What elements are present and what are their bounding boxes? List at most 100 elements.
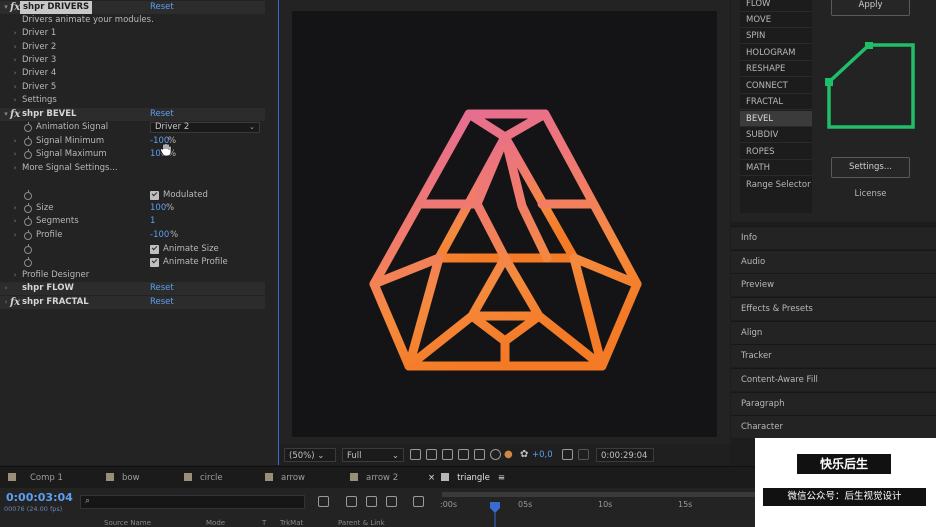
profile-value[interactable]: -100 [150, 229, 169, 242]
column-parent-link[interactable]: Parent & Link [338, 519, 385, 527]
expand-arrow-icon[interactable]: › [11, 148, 19, 161]
frame-blending-icon[interactable] [386, 496, 397, 507]
expand-arrow-icon[interactable]: › [11, 215, 19, 228]
resolution-dropdown[interactable]: Full ⌄ [342, 448, 404, 462]
collapse-arrow-icon[interactable]: ▾ [2, 108, 10, 121]
module-flow[interactable]: FLOW [740, 0, 812, 12]
stopwatch-icon[interactable] [24, 257, 32, 267]
expand-arrow-icon[interactable]: › [11, 41, 19, 54]
segments-value[interactable]: 1 [150, 215, 155, 228]
panel-align[interactable]: Align [731, 321, 936, 344]
current-time-display[interactable]: 0:00:29:04 [596, 448, 654, 462]
tab-arrow[interactable]: arrow [265, 467, 305, 489]
module-fractal[interactable]: FRACTAL [740, 94, 812, 110]
animate-profile-checkbox[interactable] [150, 258, 159, 267]
zoom-dropdown[interactable]: (50%) ⌄ [284, 448, 336, 462]
effect-header-fractal[interactable]: › fx shpr FRACTAL Reset [0, 296, 265, 309]
tab-triangle[interactable]: × triangle ≡ [428, 467, 505, 489]
column-source-name[interactable]: Source Name [104, 519, 151, 527]
playhead[interactable] [489, 502, 501, 527]
profile-handle[interactable] [825, 78, 833, 86]
stopwatch-icon[interactable] [24, 244, 32, 254]
composition-canvas[interactable] [292, 11, 717, 437]
module-bevel[interactable]: BEVEL [740, 111, 812, 127]
view-options-icon[interactable] [490, 449, 501, 460]
region-icon[interactable] [458, 449, 469, 460]
fx-icon[interactable]: fx [10, 108, 20, 121]
stopwatch-icon[interactable] [24, 122, 32, 132]
animate-size-checkbox[interactable] [150, 245, 159, 254]
bevel-profile-preview[interactable] [825, 42, 917, 130]
animation-signal-dropdown[interactable]: Driver 2 ⌄ [150, 122, 260, 133]
menu-icon[interactable]: ≡ [498, 473, 505, 483]
exposure-icon[interactable]: ✿ [520, 448, 528, 462]
reset-link[interactable]: Reset [150, 1, 174, 14]
module-move[interactable]: MOVE [740, 12, 812, 28]
module-subdiv[interactable]: SUBDIV [740, 127, 812, 143]
expand-arrow-icon[interactable]: › [11, 27, 19, 40]
expand-arrow-icon[interactable]: › [11, 135, 19, 148]
expand-arrow-icon[interactable]: › [11, 269, 19, 282]
panel-audio[interactable]: Audio [731, 250, 936, 273]
tab-arrow-2[interactable]: arrow 2 [350, 467, 398, 489]
panel-content-aware-fill[interactable]: Content-Aware Fill [731, 368, 936, 391]
timeline-timecode[interactable]: 0:00:03:04 [6, 491, 73, 504]
effect-header-drivers[interactable]: ▾ fx shpr DRIVERS Reset [0, 1, 265, 14]
tab-circle[interactable]: circle [184, 467, 223, 489]
panel-tracker[interactable]: Tracker [731, 344, 936, 367]
column-mode[interactable]: Mode [206, 519, 225, 527]
module-spin[interactable]: SPIN [740, 28, 812, 44]
profile-handle[interactable] [865, 42, 873, 49]
color-channels-icon[interactable]: ● [504, 448, 513, 462]
grid-icon[interactable] [426, 449, 437, 460]
column-trkmat[interactable]: TrkMat [280, 519, 303, 527]
expand-arrow-icon[interactable]: › [2, 296, 10, 309]
stopwatch-icon[interactable] [24, 216, 32, 226]
expand-arrow-icon[interactable]: › [11, 81, 19, 94]
collapse-arrow-icon[interactable]: ▾ [2, 1, 10, 14]
module-connect[interactable]: CONNECT [740, 78, 812, 94]
stopwatch-icon[interactable] [24, 136, 32, 146]
tab-comp-1[interactable]: Comp 1 [8, 467, 63, 489]
expand-arrow-icon[interactable]: › [11, 202, 19, 215]
panel-info[interactable]: Info [731, 226, 936, 249]
panel-character[interactable]: Character [731, 415, 936, 438]
license-link[interactable]: License [831, 189, 910, 199]
close-icon[interactable]: × [428, 473, 435, 483]
module-ropes[interactable]: ROPES [740, 144, 812, 160]
apply-button[interactable]: Apply [831, 0, 910, 16]
module-math[interactable]: MATH [740, 160, 812, 176]
tab-bow[interactable]: bow [106, 467, 140, 489]
layer-search-input[interactable]: ⌕ [80, 495, 305, 509]
mask-icon[interactable] [442, 449, 453, 460]
expand-arrow-icon[interactable]: › [11, 162, 19, 175]
size-value[interactable]: 100 [150, 202, 166, 215]
column-t[interactable]: T [262, 519, 266, 527]
shy-layers-icon[interactable] [366, 496, 377, 507]
panel-effects-presets[interactable]: Effects & Presets [731, 297, 936, 320]
module-reshape[interactable]: RESHAPE [740, 61, 812, 77]
expand-arrow-icon[interactable]: › [11, 94, 19, 107]
effect-header-bevel[interactable]: ▾ fx shpr BEVEL Reset [0, 108, 265, 121]
expand-arrow-icon[interactable]: › [11, 54, 19, 67]
stopwatch-icon[interactable] [24, 149, 32, 159]
module-hologram[interactable]: HOLOGRAM [740, 45, 812, 61]
expand-arrow-icon[interactable]: › [2, 282, 10, 295]
module-range-selector[interactable]: Range Selector [740, 177, 812, 193]
exposure-value[interactable]: +0,0 [532, 448, 553, 462]
modulated-checkbox[interactable] [150, 191, 159, 200]
graph-editor-icon[interactable] [413, 496, 424, 507]
reset-link[interactable]: Reset [150, 282, 174, 295]
reset-link[interactable]: Reset [150, 296, 174, 309]
stopwatch-icon[interactable] [24, 203, 32, 213]
stopwatch-icon[interactable] [24, 230, 32, 240]
panel-preview[interactable]: Preview [731, 273, 936, 296]
expand-arrow-icon[interactable]: › [11, 67, 19, 80]
transparency-icon[interactable] [474, 449, 485, 460]
reset-link[interactable]: Reset [150, 108, 174, 121]
draft-3d-icon[interactable] [346, 496, 357, 507]
fx-icon[interactable]: fx [10, 1, 20, 14]
panel-paragraph[interactable]: Paragraph [731, 392, 936, 415]
show-snapshot-icon[interactable] [578, 449, 589, 460]
settings-button[interactable]: Settings... [831, 157, 910, 178]
